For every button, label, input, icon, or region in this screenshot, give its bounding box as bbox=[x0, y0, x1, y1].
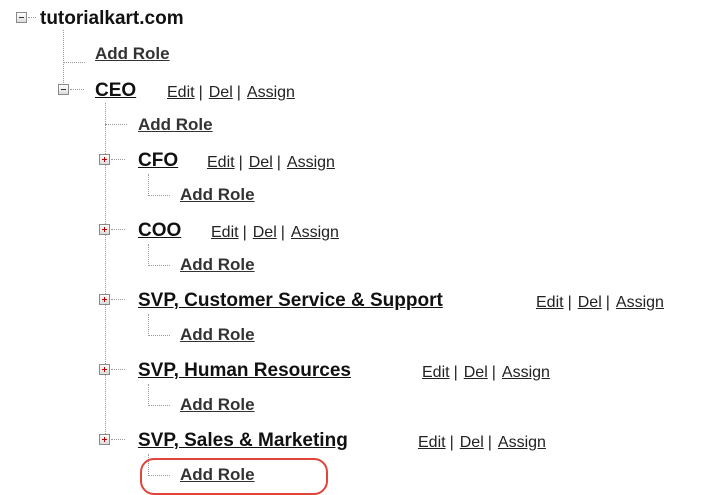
add-role-link[interactable]: Add Role bbox=[180, 255, 255, 275]
assign-link[interactable]: Assign bbox=[502, 364, 550, 381]
assign-link[interactable]: Assign bbox=[498, 434, 546, 451]
assign-link[interactable]: Assign bbox=[291, 224, 339, 241]
tree-connector bbox=[111, 229, 125, 230]
role-actions: Edit | Del | Assign bbox=[418, 434, 546, 451]
tree-connector bbox=[111, 299, 125, 300]
tree-connector bbox=[105, 124, 127, 125]
collapse-icon[interactable] bbox=[16, 12, 27, 23]
expand-icon[interactable] bbox=[99, 154, 110, 165]
del-link[interactable]: Del bbox=[464, 364, 488, 381]
tree-connector bbox=[28, 17, 36, 18]
role-actions: Edit | Del | Assign bbox=[207, 154, 335, 171]
edit-link[interactable]: Edit bbox=[207, 154, 235, 171]
expand-icon[interactable] bbox=[99, 364, 110, 375]
expand-icon[interactable] bbox=[99, 224, 110, 235]
role-link-coo[interactable]: COO bbox=[138, 220, 181, 242]
assign-link[interactable]: Assign bbox=[616, 294, 664, 311]
tree-connector bbox=[148, 384, 149, 406]
role-link-cfo[interactable]: CFO bbox=[138, 150, 178, 172]
tree-connector bbox=[111, 439, 125, 440]
role-actions: Edit | Del | Assign bbox=[536, 294, 664, 311]
add-role-link[interactable]: Add Role bbox=[180, 325, 255, 345]
tree-connector bbox=[148, 335, 170, 336]
role-link-svp-sales-marketing[interactable]: SVP, Sales & Marketing bbox=[138, 430, 348, 452]
edit-link[interactable]: Edit bbox=[536, 294, 564, 311]
tree-connector bbox=[148, 195, 170, 196]
tree-connector bbox=[111, 369, 125, 370]
role-link-svp-human-resources[interactable]: SVP, Human Resources bbox=[138, 360, 351, 382]
expand-icon[interactable] bbox=[99, 294, 110, 305]
add-role-link[interactable]: Add Role bbox=[180, 185, 255, 205]
add-role-link[interactable]: Add Role bbox=[95, 44, 170, 64]
tree-connector bbox=[148, 265, 170, 266]
tree-connector bbox=[63, 30, 64, 89]
root-title: tutorialkart.com bbox=[40, 8, 184, 29]
tree-connector bbox=[148, 174, 149, 196]
assign-link[interactable]: Assign bbox=[247, 84, 295, 101]
role-actions: Edit | Del | Assign bbox=[211, 224, 339, 241]
del-link[interactable]: Del bbox=[253, 224, 277, 241]
role-link-svp-customer-service[interactable]: SVP, Customer Service & Support bbox=[138, 290, 443, 312]
collapse-icon[interactable] bbox=[58, 84, 69, 95]
tree-connector bbox=[70, 89, 84, 90]
add-role-link[interactable]: Add Role bbox=[180, 395, 255, 415]
del-link[interactable]: Del bbox=[460, 434, 484, 451]
role-link-ceo[interactable]: CEO bbox=[95, 80, 136, 102]
edit-link[interactable]: Edit bbox=[422, 364, 450, 381]
edit-link[interactable]: Edit bbox=[418, 434, 446, 451]
role-actions: Edit | Del | Assign bbox=[422, 364, 550, 381]
assign-link[interactable]: Assign bbox=[287, 154, 335, 171]
add-role-link[interactable]: Add Role bbox=[138, 115, 213, 135]
highlight-annotation bbox=[140, 458, 328, 495]
tree-connector bbox=[63, 62, 85, 63]
tree-connector bbox=[148, 314, 149, 336]
del-link[interactable]: Del bbox=[578, 294, 602, 311]
edit-link[interactable]: Edit bbox=[211, 224, 239, 241]
role-actions: Edit | Del | Assign bbox=[167, 84, 295, 101]
tree-connector bbox=[111, 159, 125, 160]
tree-connector bbox=[148, 244, 149, 266]
expand-icon[interactable] bbox=[99, 434, 110, 445]
tree-connector bbox=[148, 405, 170, 406]
del-link[interactable]: Del bbox=[249, 154, 273, 171]
del-link[interactable]: Del bbox=[209, 84, 233, 101]
edit-link[interactable]: Edit bbox=[167, 84, 195, 101]
